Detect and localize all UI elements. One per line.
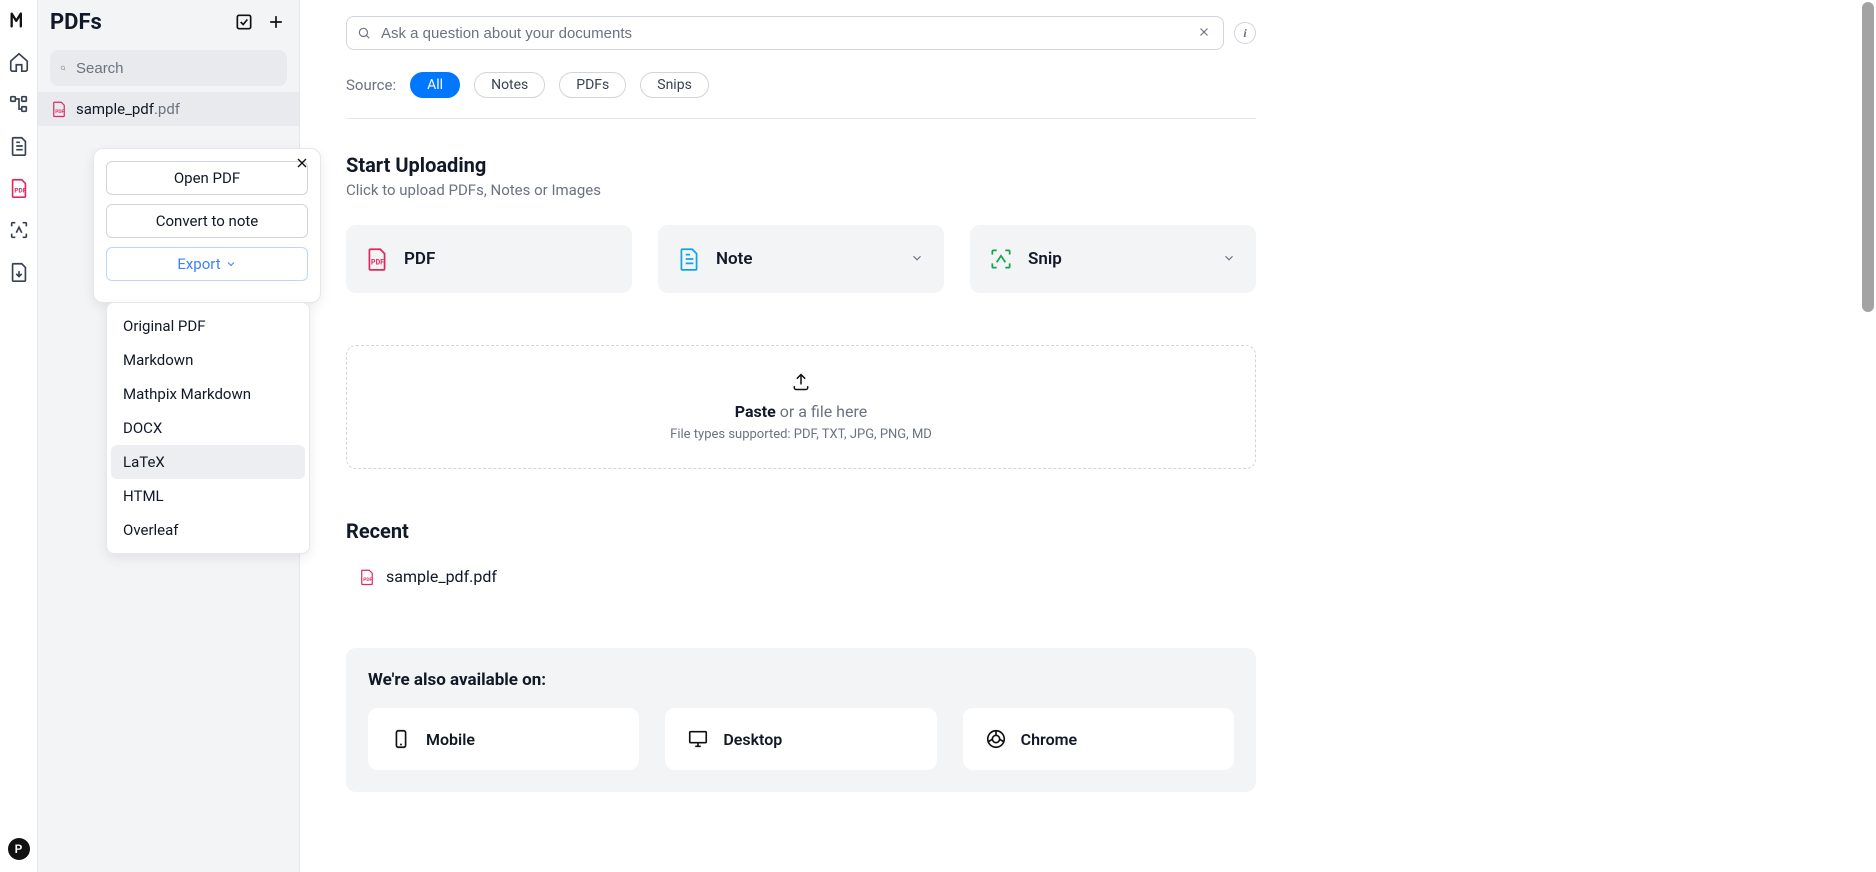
nav-rail: PDF P <box>0 0 38 872</box>
source-pill-all[interactable]: All <box>410 72 460 98</box>
svg-text:PDF: PDF <box>363 576 372 582</box>
search-icon <box>60 60 66 76</box>
file-row[interactable]: PDF sample_pdf.pdf <box>38 92 299 126</box>
avatar-letter: P <box>15 842 23 856</box>
export-option-html[interactable]: HTML <box>111 479 305 513</box>
clear-icon[interactable] <box>1197 25 1213 41</box>
desktop-icon <box>687 728 709 750</box>
card-label: Note <box>716 249 753 269</box>
recent-item[interactable]: PDFsample_pdf.pdf <box>346 561 1256 592</box>
file-actions-popover: Open PDF Convert to note Export <box>93 148 321 303</box>
note-icon <box>676 246 702 272</box>
snip-icon[interactable] <box>7 218 31 242</box>
platform-label: Desktop <box>723 730 782 749</box>
chevron-down-icon <box>1222 251 1238 267</box>
add-icon[interactable] <box>265 11 287 33</box>
sidebar-title: PDFs <box>50 10 223 35</box>
pdf-file-icon: PDF <box>358 568 376 586</box>
also-heading: We're also available on: <box>368 670 1234 690</box>
recent-heading: Recent <box>346 519 1256 543</box>
dropzone-hint: File types supported: PDF, TXT, JPG, PNG… <box>670 427 932 442</box>
info-icon[interactable]: i <box>1234 22 1256 44</box>
upload-heading: Start Uploading <box>346 153 1256 177</box>
export-option-latex[interactable]: LaTeX <box>111 445 305 479</box>
chrome-icon <box>985 728 1007 750</box>
platform-label: Mobile <box>426 730 475 749</box>
pdf-file-icon: PDF <box>50 100 68 118</box>
export-button[interactable]: Export <box>106 247 308 281</box>
export-doc-icon[interactable] <box>7 260 31 284</box>
svg-text:PDF: PDF <box>371 257 384 266</box>
document-icon[interactable] <box>7 134 31 158</box>
pdf-icon: PDF <box>364 246 390 272</box>
svg-text:PDF: PDF <box>55 109 64 115</box>
close-icon[interactable] <box>294 155 312 173</box>
export-option-mathpix-markdown[interactable]: Mathpix Markdown <box>111 377 305 411</box>
upload-sub: Click to upload PDFs, Notes or Images <box>346 181 1256 199</box>
svg-text:PDF: PDF <box>14 187 26 195</box>
export-option-markdown[interactable]: Markdown <box>111 343 305 377</box>
tree-icon[interactable] <box>7 92 31 116</box>
upload-card-snip[interactable]: Snip <box>970 225 1256 293</box>
sidebar-header: PDFs <box>38 0 299 44</box>
source-label: Source: <box>346 76 396 94</box>
snip-icon <box>988 246 1014 272</box>
export-option-overleaf[interactable]: Overleaf <box>111 513 305 547</box>
platform-card-chrome[interactable]: Chrome <box>963 708 1234 770</box>
search-input[interactable] <box>74 59 277 78</box>
source-row: Source: All Notes PDFs Snips <box>346 72 1256 119</box>
mobile-icon <box>390 728 412 750</box>
upload-card-pdf[interactable]: PDF PDF <box>346 225 632 293</box>
export-option-original-pdf[interactable]: Original PDF <box>111 309 305 343</box>
convert-note-button[interactable]: Convert to note <box>106 204 308 238</box>
ask-input[interactable] <box>379 24 1197 43</box>
source-pill-pdfs[interactable]: PDFs <box>559 72 626 98</box>
platform-card-mobile[interactable]: Mobile <box>368 708 639 770</box>
card-label: Snip <box>1028 249 1062 269</box>
source-pill-notes[interactable]: Notes <box>474 72 545 98</box>
ask-row: i <box>346 16 1256 50</box>
platform-card-desktop[interactable]: Desktop <box>665 708 936 770</box>
export-option-docx[interactable]: DOCX <box>111 411 305 445</box>
card-label: PDF <box>404 249 435 269</box>
pdf-icon[interactable]: PDF <box>7 176 31 200</box>
scrollbar[interactable] <box>1862 2 1874 312</box>
also-section: We're also available on: Mobile Desktop Ch… <box>346 648 1256 792</box>
dropzone-line1: Paste or a file here <box>735 402 867 421</box>
sidebar-search[interactable] <box>50 50 287 86</box>
search-icon <box>357 26 371 40</box>
upload-section: Start Uploading Click to upload PDFs, No… <box>346 153 1256 469</box>
multiselect-icon[interactable] <box>233 11 255 33</box>
dropzone[interactable]: Paste or a file here File types supporte… <box>346 345 1256 469</box>
chevron-down-icon <box>910 251 926 267</box>
open-pdf-button[interactable]: Open PDF <box>106 161 308 195</box>
sidebar: PDFs PDF sample_pdf.pdf Open PDF Convert… <box>38 0 300 872</box>
avatar[interactable]: P <box>8 838 30 860</box>
ask-box[interactable] <box>346 16 1224 50</box>
source-pill-snips[interactable]: Snips <box>640 72 709 98</box>
logo-icon[interactable] <box>7 8 31 32</box>
home-icon[interactable] <box>7 50 31 74</box>
chevron-down-icon <box>225 258 237 270</box>
main: i Source: All Notes PDFs Snips Start Upload… <box>300 0 1876 872</box>
upload-icon <box>791 372 811 396</box>
upload-card-note[interactable]: Note <box>658 225 944 293</box>
file-name: sample_pdf.pdf <box>76 100 180 118</box>
platform-label: Chrome <box>1021 730 1078 749</box>
export-label: Export <box>177 255 220 273</box>
recent-section: Recent PDFsample_pdf.pdf <box>346 519 1256 592</box>
export-dropdown: Original PDFMarkdownMathpix MarkdownDOCX… <box>106 302 310 554</box>
